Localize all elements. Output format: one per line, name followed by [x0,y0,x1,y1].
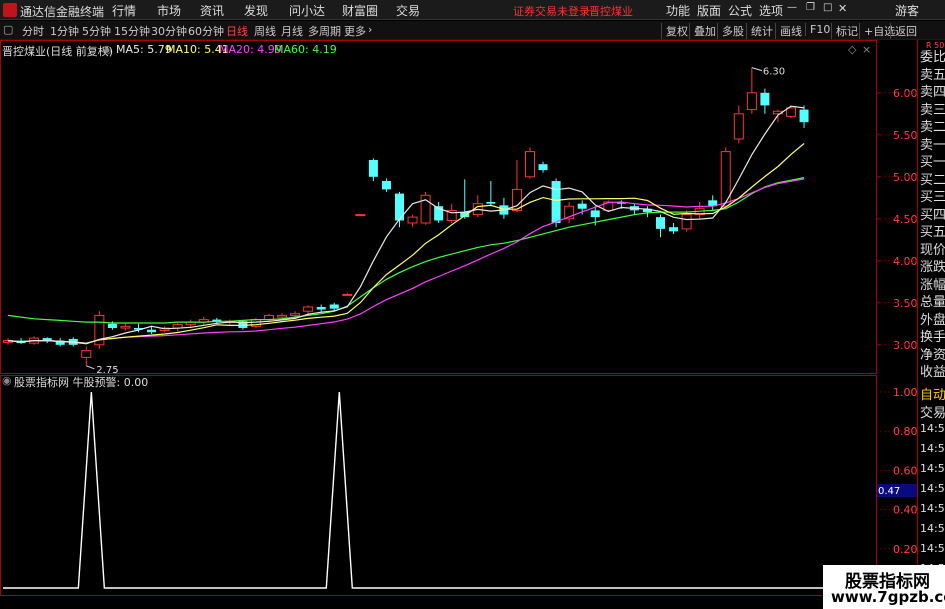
quote-item: 买一 [920,155,945,170]
chart-close-icon[interactable]: × [862,43,871,56]
quote-item: 委比 [920,50,945,65]
quote-item: 卖一 [920,137,945,153]
candle-body-down [147,329,157,333]
candle-body-down [760,92,770,106]
candle-body-down [656,217,665,229]
indicator-label: 股票指标网 牛股预警: 0.00 [14,376,149,389]
indicator-settings-icon[interactable]: ◉ [2,374,12,387]
date-axis [0,596,880,609]
quote-item: 涨跌 [920,260,945,275]
candle-body-down [538,164,548,171]
ma60-label: MA60: 4.19 [274,43,337,56]
candle-body-up [120,325,131,329]
quote-item: 外盘 [920,312,945,328]
quote-panel: R 500委比卖五卖四卖三卖二卖一买一买二买三买四买五现价涨跌涨幅总量外盘换手净… [918,40,945,596]
watermark: 股票指标网 www.7gpzb.com [823,565,945,609]
cursor-value-label: 0.47 [878,486,900,497]
watermark-line2: www.7gpzb.com [831,588,945,606]
quote-item: 现价 [920,242,945,258]
stock-chart-label: 晋控煤业(日线 前复权) [2,45,114,58]
candle-body-up [81,350,92,358]
candle-body-down [486,202,496,204]
candle-body-down [551,181,561,223]
candle-body-up [733,113,744,140]
high-marker-line [751,67,762,72]
candle-body-up [407,216,418,224]
quote-item: 买四 [920,207,945,223]
quote-item: 净资 [920,347,945,363]
sub-y-tick-label: 1.00 [893,386,918,399]
quote-item: 换手 [920,330,945,345]
candle-body-down [590,210,600,218]
trade-time: 14:56 [920,422,945,435]
quote-item: 收益 [920,365,945,380]
candle-body-down [107,323,117,328]
sub-y-tick-label: 0.20 [893,543,918,556]
ma20-label: MA20: 4.99 [219,43,282,56]
ma5-label: MA5: 5.79 [116,43,172,56]
quote-item: 卖五 [920,67,945,83]
quote-item: 涨幅 [920,277,945,293]
candle-body-up [746,92,757,111]
ma20-line [7,178,805,344]
trade-time: 14:56 [920,502,945,515]
quote-item: 买三 [920,190,945,205]
sub-y-tick-label: 0.40 [893,504,918,517]
candle-body-up [786,107,796,117]
candle-body-down [669,227,679,232]
trade-time: 14:56 [920,482,945,495]
candle-body-up [342,293,353,296]
trade-time: 14:56 [920,522,945,535]
sub-chart-frame [0,375,877,596]
ma60-line [7,177,805,324]
high-price-label: 6.30 [763,67,785,78]
quote-item: 卖三 [920,102,945,118]
panel-tab[interactable]: 交易 [920,402,945,421]
candle-body-up [525,151,535,178]
candle-body-down [329,304,339,309]
ma-settings-icon[interactable]: ◉ [102,43,112,56]
quote-item: 卖四 [920,85,945,100]
trade-time: 14:56 [920,462,945,475]
quote-item: 买二 [920,172,945,188]
candle-body-down [368,160,378,177]
diamond-icon[interactable]: ◇ [848,43,856,56]
sub-y-tick-label: 0.60 [893,464,918,477]
quote-item: 总量 [920,295,945,310]
candle-body-down [799,109,809,123]
trade-time: 14:56 [920,542,945,555]
panel-tab[interactable]: 自动 [920,384,945,403]
kline-chart-area[interactable]: 6.005.505.004.504.003.503.006.302.751.00… [0,0,945,609]
candle-body-up [303,306,314,312]
candle-body-up [681,214,692,230]
candle-body-up [290,313,301,316]
ma10-line [7,143,805,344]
trade-time: 14:56 [920,442,945,455]
candle-body-up [355,214,366,217]
candle-body-down [395,193,404,221]
low-marker-line [86,365,95,370]
candle-body-down [381,181,391,190]
quote-item: 买五 [920,225,945,240]
candle-body-up [277,314,288,318]
signal-line [3,391,875,589]
candle-body-down [577,203,587,209]
sub-y-tick-label: 0.80 [893,425,918,438]
quote-item: 卖二 [920,120,945,135]
candle-body-down [316,307,326,310]
